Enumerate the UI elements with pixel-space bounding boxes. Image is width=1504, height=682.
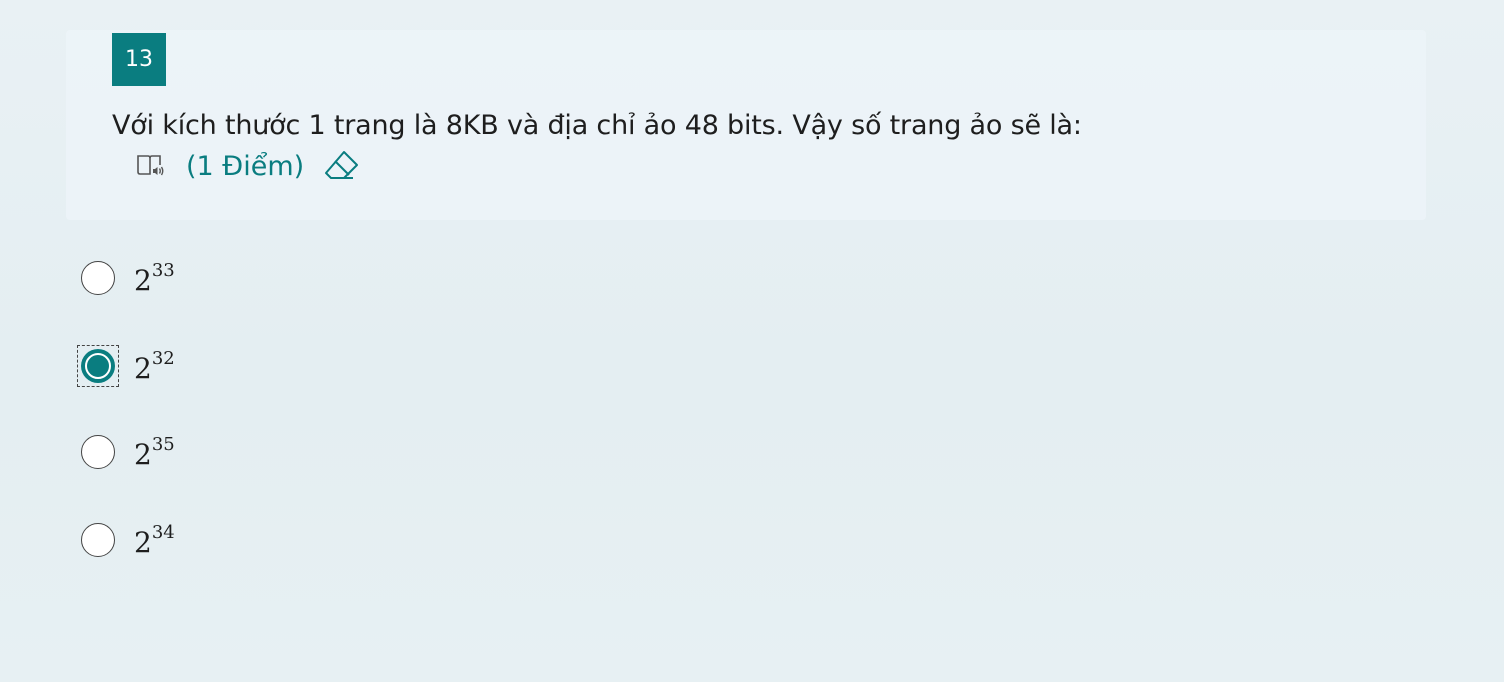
radio-button[interactable]	[81, 435, 115, 469]
question-points: (1 Điểm)	[186, 150, 305, 182]
question-meta: (1 Điểm)	[134, 146, 362, 186]
option-1[interactable]: 233	[76, 250, 296, 306]
radio-button-selected[interactable]	[81, 349, 115, 383]
radio-option-3-wrap[interactable]	[76, 430, 120, 474]
option-label: 234	[134, 521, 175, 559]
radio-option-1-wrap[interactable]	[76, 256, 120, 300]
question-number-badge: 13	[112, 33, 166, 86]
option-4[interactable]: 234	[76, 512, 296, 568]
radio-dot	[85, 353, 111, 379]
radio-option-2-wrap[interactable]	[76, 344, 120, 388]
option-label: 235	[134, 433, 175, 471]
radio-option-4-wrap[interactable]	[76, 518, 120, 562]
option-3[interactable]: 235	[76, 424, 296, 480]
option-label: 233	[134, 259, 175, 297]
option-label: 232	[134, 347, 175, 385]
question-text: Với kích thước 1 trang là 8KB và địa chỉ…	[112, 110, 1082, 141]
radio-button[interactable]	[81, 261, 115, 295]
immersive-reader-icon[interactable]	[134, 149, 168, 183]
option-2[interactable]: 232	[76, 338, 296, 394]
eraser-icon[interactable]	[322, 146, 362, 186]
radio-button[interactable]	[81, 523, 115, 557]
